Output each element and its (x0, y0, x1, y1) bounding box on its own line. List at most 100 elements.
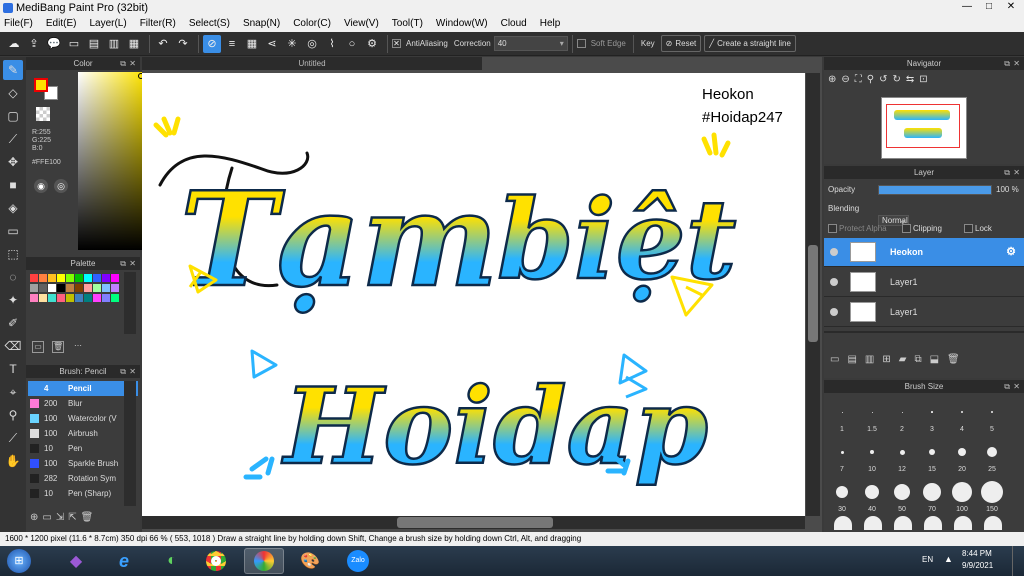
brush-item[interactable]: 200 Blur (28, 396, 138, 411)
navigator-thumbnail[interactable] (881, 97, 967, 159)
visibility-icon[interactable] (830, 308, 838, 316)
palette-swatch[interactable] (93, 274, 101, 282)
palette-swatch[interactable] (84, 274, 92, 282)
operation-tool-icon[interactable]: ⌖ (3, 382, 23, 402)
brush-size-option[interactable]: 25 (980, 440, 1004, 476)
protect-alpha-checkbox[interactable]: Protect Alpha (828, 224, 887, 234)
show-desktop-button[interactable] (1012, 546, 1022, 576)
palette-swatch[interactable] (93, 294, 101, 302)
close-button[interactable]: ✕ (1000, 0, 1022, 14)
brush-size-dot[interactable] (984, 516, 1002, 530)
brush-export-icon[interactable]: ⇱ (68, 512, 76, 528)
brush-import-icon[interactable]: ⇲ (56, 512, 64, 528)
share-icon[interactable]: ⇪ (25, 35, 43, 53)
add-layer-menu-icon[interactable]: ⊞ (882, 354, 890, 370)
cross-snap-icon[interactable]: ▦ (243, 35, 261, 53)
popout-icon[interactable]: ⧉ (120, 57, 126, 70)
palette-swatch[interactable] (111, 294, 119, 302)
brush-size-option[interactable]: 12 (890, 440, 914, 476)
maximize-button[interactable]: □ (978, 0, 1000, 14)
brush-item[interactable]: 4Pencil⚙ (28, 381, 138, 396)
undo-icon[interactable]: ↶ (154, 35, 172, 53)
pen-pick-icon[interactable]: ⟋ (3, 428, 23, 448)
soft-edge-checkbox[interactable] (576, 39, 586, 48)
menu-layer[interactable]: Layer(L) (89, 16, 126, 32)
palette-swatch[interactable] (48, 284, 56, 292)
brush-add-icon[interactable]: ⊕ (30, 512, 38, 528)
layer-row[interactable]: Heokon ⚙ (824, 238, 1024, 267)
menu-filter[interactable]: Filter(R) (140, 16, 176, 32)
visibility-icon[interactable] (830, 248, 838, 256)
palette-menu-icon[interactable]: ⋯ (72, 341, 84, 353)
lock-checkbox[interactable]: Lock (964, 224, 992, 234)
brush-size-dot[interactable] (834, 516, 852, 530)
brush-size-option[interactable]: 20 (950, 440, 974, 476)
text-tool-icon[interactable]: T (3, 359, 23, 379)
straight-line-button[interactable]: ╱ Create a straight line (704, 35, 796, 52)
flip-icon[interactable]: ⇆ (906, 74, 914, 90)
palette-swatch[interactable] (39, 284, 47, 292)
clock-time[interactable]: 8:44 PM (962, 549, 992, 558)
fit-icon[interactable]: ⛶ (855, 74, 862, 90)
menu-select[interactable]: Select(S) (189, 16, 230, 32)
saturation-picker[interactable] (78, 72, 144, 250)
brush-size-option[interactable]: 100 (950, 480, 974, 516)
line-tool-icon[interactable]: ⟋ (3, 129, 23, 149)
language-indicator[interactable]: EN (922, 555, 933, 564)
lasso-tool-icon[interactable]: ◌ (3, 267, 23, 287)
color-settings-icon[interactable]: ◎ (54, 179, 68, 193)
comment-icon[interactable]: 💬 (45, 35, 63, 53)
brush-size-option[interactable]: 10 (860, 440, 884, 476)
palette-scrollbar[interactable] (124, 272, 136, 334)
layer-row[interactable]: Layer1 (824, 268, 1024, 297)
layer-settings-icon[interactable]: ⚙ (1006, 238, 1016, 267)
brush-item[interactable]: 100 Watercolor (V (28, 411, 138, 426)
brush-size-option[interactable]: 40 (860, 480, 884, 516)
menu-cloud[interactable]: Cloud (501, 16, 527, 32)
rotate-left-icon[interactable]: ↺ (879, 74, 887, 90)
brush-size-option[interactable]: 3 (920, 400, 944, 436)
select-tool-icon[interactable]: ⬚ (3, 244, 23, 264)
horizontal-scroll-thumb[interactable] (397, 517, 553, 528)
circle-snap-icon[interactable]: ◎ (303, 35, 321, 53)
rotate-right-icon[interactable]: ↻ (893, 74, 901, 90)
palette-swatch[interactable] (93, 284, 101, 292)
opacity-slider[interactable] (878, 185, 992, 195)
menu-window[interactable]: Window(W) (436, 16, 488, 32)
medibang-taskbar-icon[interactable] (244, 548, 284, 574)
paint-taskbar-icon[interactable]: 🎨 (290, 548, 330, 574)
gear-icon[interactable]: ⚙ (363, 35, 381, 53)
brush-size-dot[interactable] (894, 516, 912, 530)
brush-new-icon[interactable]: ▭ (42, 512, 51, 528)
popout-icon[interactable]: ⧉ (120, 365, 126, 378)
bucket-tool-icon[interactable]: ◈ (3, 198, 23, 218)
eyedropper-icon[interactable]: ⚲ (3, 405, 23, 425)
redo-icon[interactable]: ↷ (174, 35, 192, 53)
close-icon[interactable]: ✕ (1013, 380, 1020, 393)
menu-tool[interactable]: Tool(T) (392, 16, 423, 32)
palette-swatch[interactable] (57, 294, 65, 302)
merge-layer-icon[interactable]: ⬓ (930, 354, 939, 370)
palette-swatch[interactable] (57, 284, 65, 292)
palette-swatch[interactable] (111, 274, 119, 282)
curve-snap-icon[interactable]: ⌇ (323, 35, 341, 53)
select-pen-icon[interactable]: ✐ (3, 313, 23, 333)
move-tool-icon[interactable]: ✥ (3, 152, 23, 172)
brush-size-option[interactable]: 150 (980, 480, 1004, 516)
popout-icon[interactable]: ⧉ (1004, 166, 1010, 179)
color-wheel-icon[interactable]: ◉ (34, 179, 48, 193)
menu-help[interactable]: Help (540, 16, 561, 32)
app-taskbar-icon[interactable]: ◐ (152, 548, 192, 574)
radial-snap-icon[interactable]: ✳ (283, 35, 301, 53)
close-icon[interactable]: ✕ (129, 257, 136, 270)
layer-row[interactable]: Layer1 (824, 298, 1024, 327)
dot-tool-icon[interactable]: ▢ (3, 106, 23, 126)
delete-palette-icon[interactable]: 🗑 (52, 341, 64, 353)
visibility-icon[interactable] (830, 278, 838, 286)
close-icon[interactable]: ✕ (1013, 57, 1020, 70)
brush-size-option[interactable]: 30 (830, 480, 854, 516)
duplicate-layer-icon[interactable]: ⧉ (914, 354, 921, 370)
clock-date[interactable]: 9/9/2021 (962, 561, 993, 570)
menu-view[interactable]: View(V) (344, 16, 379, 32)
brush-size-dot[interactable] (954, 516, 972, 530)
